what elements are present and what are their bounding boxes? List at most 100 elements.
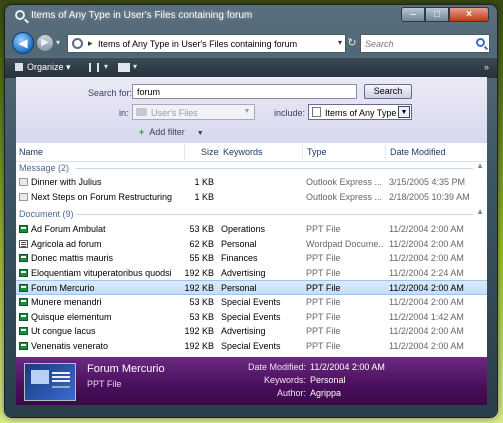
file-date: 11/2/2004 2:00 AM <box>389 224 464 234</box>
file-type: Outlook Express ... <box>306 177 383 187</box>
command-bar: Organize ▾ ▾ ▾ » <box>5 57 497 78</box>
file-keywords: Special Events <box>221 340 281 351</box>
back-button[interactable]: ◀ <box>12 32 34 54</box>
folder-icon <box>136 108 147 116</box>
file-date: 11/2/2004 2:00 AM <box>389 238 464 249</box>
group-header-document[interactable]: Document (9) ▲ <box>16 207 487 221</box>
preview-pane-button[interactable] <box>118 63 130 72</box>
column-size[interactable]: Size <box>201 147 219 157</box>
more-commands-button[interactable]: » <box>484 62 489 72</box>
file-name: Ad Forum Ambulat <box>31 224 106 234</box>
collapse-icon[interactable]: ▲ <box>476 207 484 216</box>
refresh-button[interactable]: ↻ <box>343 35 361 52</box>
file-size: 62 KB <box>189 238 214 249</box>
file-date: 11/2/2004 2:00 AM <box>389 340 464 351</box>
address-dropdown[interactable]: ▾ <box>338 38 342 47</box>
table-row[interactable]: Ut congue lacus 192 KB Advertising PPT F… <box>16 324 487 339</box>
ppt-icon <box>19 341 28 350</box>
table-row[interactable]: Dinner with Julius 1 KB Outlook Express … <box>16 175 487 190</box>
plus-icon: + <box>139 127 145 137</box>
file-keywords: Special Events <box>221 311 281 322</box>
add-filter-button[interactable]: + Add filter ▼ <box>139 127 204 137</box>
file-size: 1 KB <box>194 191 214 202</box>
ppt-icon <box>19 268 28 277</box>
ppt-icon <box>19 312 28 321</box>
search-button[interactable]: Search <box>364 84 412 99</box>
details-pane: Forum Mercurio PPT File Date Modified: 1… <box>16 357 487 405</box>
column-type[interactable]: Type <box>307 147 327 157</box>
details-keywords-label: Keywords: <box>263 375 306 385</box>
add-filter-label: Add filter <box>149 127 185 137</box>
search-input[interactable]: Search <box>360 34 490 53</box>
navigation-row: ◀ ▶ ▾ ▸ Items of Any Type in User's File… <box>5 32 497 56</box>
file-type: PPT File <box>306 253 341 264</box>
close-button[interactable]: × <box>449 7 489 22</box>
chevron-right-icon[interactable]: ▸ <box>88 38 93 49</box>
ppt-icon <box>19 327 28 336</box>
window-title: Items of Any Type in User's Files contai… <box>31 10 253 21</box>
group-header-message[interactable]: Message (2) ▲ <box>16 161 487 175</box>
table-row-selected[interactable]: Forum Mercurio 192 KB Personal PPT File … <box>16 280 487 295</box>
table-row[interactable]: Munere menandri 53 KB Special Events PPT… <box>16 295 487 310</box>
file-type: PPT File <box>306 297 341 307</box>
details-date-label: Date Modified: <box>247 362 306 372</box>
ppt-icon <box>19 284 28 293</box>
table-row[interactable]: Agricola ad forum 62 KB Personal Wordpad… <box>16 237 487 252</box>
search-placeholder: Search <box>365 39 394 49</box>
organize-button[interactable]: Organize ▾ <box>15 62 71 73</box>
views-button[interactable] <box>89 63 99 72</box>
file-name: Agricola ad forum <box>31 238 102 249</box>
column-divider[interactable] <box>184 145 185 159</box>
title-bar[interactable]: Items of Any Type in User's Files contai… <box>5 5 497 27</box>
details-date-value[interactable]: 11/2/2004 2:00 AM <box>310 362 385 372</box>
table-row[interactable]: Ad Forum Ambulat 53 KB Operations PPT Fi… <box>16 222 487 237</box>
file-name: Dinner with Julius <box>31 177 102 187</box>
group-title: Document (9) <box>19 209 74 219</box>
maximize-button[interactable]: □ <box>425 7 449 22</box>
column-divider[interactable] <box>302 145 303 159</box>
file-type: Outlook Express ... <box>306 191 383 202</box>
file-size: 1 KB <box>194 177 214 187</box>
chevron-down-icon: ▼ <box>196 130 204 137</box>
table-row[interactable]: Venenatis venerato 192 KB Special Events… <box>16 339 487 354</box>
forward-button[interactable]: ▶ <box>36 34 54 52</box>
minimize-button[interactable]: – <box>401 7 425 22</box>
column-date-modified[interactable]: Date Modified <box>390 147 446 157</box>
recent-pages-dropdown[interactable]: ▾ <box>56 38 60 47</box>
file-size: 192 KB <box>184 283 214 294</box>
search-for-label: Search for: <box>88 88 133 98</box>
address-bar[interactable]: ▸ Items of Any Type in User's Files cont… <box>67 34 346 53</box>
file-keywords: Advertising <box>221 267 266 278</box>
file-name: Eloquentiam vituperatoribus quodsi <box>31 267 172 278</box>
address-path: Items of Any Type in User's Files contai… <box>98 39 298 49</box>
location-select[interactable]: User's Files ▼ <box>132 104 255 120</box>
table-row[interactable]: Quisque elementum 53 KB Special Events P… <box>16 310 487 325</box>
layout-dropdown[interactable]: ▾ <box>133 62 137 71</box>
organize-label: Organize <box>27 62 64 72</box>
file-type: PPT File <box>306 283 341 294</box>
column-name[interactable]: Name <box>19 147 43 157</box>
details-keywords-value[interactable]: Personal <box>310 375 346 385</box>
caption-buttons: – □ × <box>401 7 489 23</box>
column-header-row: Name Size Keywords Type Date Modified <box>16 143 487 162</box>
file-keywords: Personal <box>221 238 257 249</box>
views-dropdown[interactable]: ▾ <box>104 62 108 71</box>
chevron-down-icon: ▼ <box>243 108 251 115</box>
search-folder-icon <box>72 38 83 49</box>
collapse-icon[interactable]: ▲ <box>476 161 484 170</box>
table-row[interactable]: Donec mattis mauris 55 KB Finances PPT F… <box>16 251 487 266</box>
include-select[interactable]: Items of Any Type ▼ <box>308 104 412 120</box>
column-divider[interactable] <box>385 145 386 159</box>
table-row[interactable]: Next Steps on Forum Restructuring 1 KB O… <box>16 190 487 205</box>
file-thumbnail <box>24 363 76 401</box>
file-date: 11/2/2004 2:00 AM <box>389 297 464 307</box>
search-for-input[interactable]: forum <box>132 84 357 99</box>
details-author-value[interactable]: Agrippa <box>310 388 341 398</box>
search-icon[interactable] <box>476 38 485 47</box>
location-value: User's Files <box>151 108 198 118</box>
table-row[interactable]: Eloquentiam vituperatoribus quodsi 192 K… <box>16 266 487 281</box>
column-keywords[interactable]: Keywords <box>223 147 263 157</box>
column-divider[interactable] <box>218 145 219 159</box>
mail-icon <box>19 178 28 186</box>
file-keywords: Finances <box>221 253 258 264</box>
